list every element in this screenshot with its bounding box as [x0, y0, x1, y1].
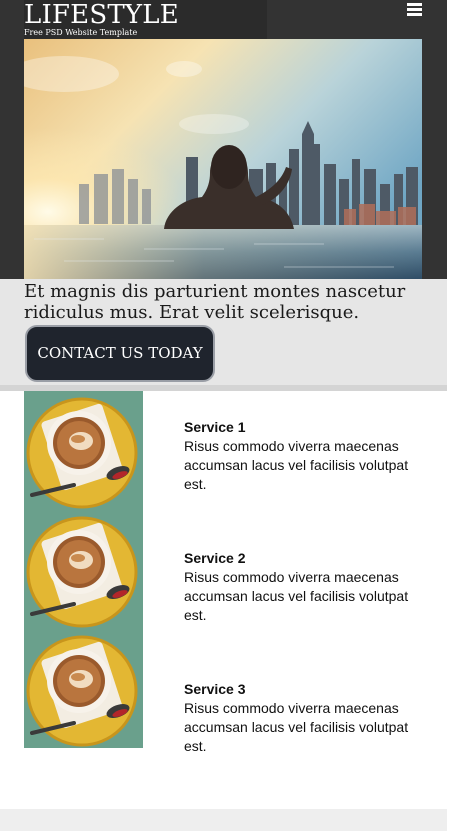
footer-bar: [0, 809, 447, 831]
service-image: [24, 391, 143, 510]
banner-text: Et magnis dis parturient montes nascetur…: [24, 281, 406, 323]
hero-image: [24, 39, 422, 279]
service-title: Service 2: [184, 550, 246, 566]
contact-us-button[interactable]: CONTACT US TODAY: [25, 325, 215, 382]
service-image: [24, 510, 143, 629]
service-description: Risus commodo viverra maecenas accumsan …: [184, 569, 409, 623]
service-image: [24, 629, 143, 748]
logo-subtitle: Free PSD Website Template: [24, 28, 138, 37]
service-description: Risus commodo viverra maecenas accumsan …: [184, 700, 409, 754]
service-description: Risus commodo viverra maecenas accumsan …: [184, 438, 409, 492]
service-title: Service 3: [184, 681, 246, 697]
hamburger-menu-icon[interactable]: [407, 3, 422, 16]
logo-title[interactable]: LIFESTYLE: [24, 0, 179, 30]
service-title: Service 1: [184, 419, 246, 435]
